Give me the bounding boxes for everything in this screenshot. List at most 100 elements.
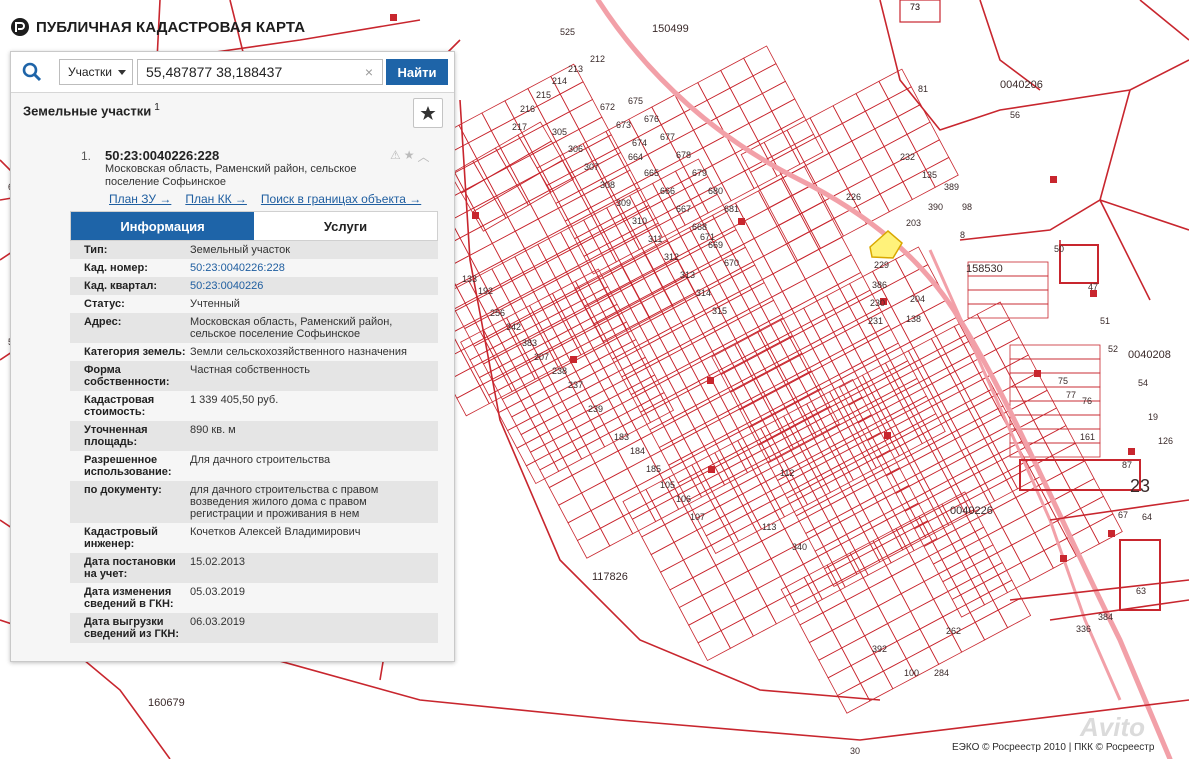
parcel-label: 670 [724,258,739,268]
detail-key: Дата постановки на учет: [84,556,176,580]
tab-information[interactable]: Информация [71,212,254,240]
parcel-label: 672 [600,102,615,112]
detail-row: Статус: Учтенный [70,295,438,313]
building [1050,176,1057,183]
parcel-label: 8 [960,230,965,240]
detail-value: 1 339 405,50 руб. [190,394,279,406]
parcel-label: 679 [692,168,707,178]
parcel-label: 112 [780,468,794,478]
object-type-value: Участки [68,65,112,79]
parcel-label: 214 [552,76,567,86]
result-number: 1. [81,149,92,163]
search-icon[interactable] [21,62,43,82]
parcel-label: 106 [676,494,691,504]
search-input[interactable] [137,59,383,85]
results-header: Земельные участки 1 [11,92,454,136]
chevron-up-icon[interactable]: ︿ [418,148,430,165]
detail-key: Кад. номер: [84,262,148,274]
detail-row: по документу: для дачного строительства с… [70,481,438,523]
parcel-label: 212 [590,54,605,64]
star-icon [420,106,436,120]
parcel-label: 284 [934,668,949,678]
detail-row: Дата выгрузки сведений из ГКН: 06.03.2019 [70,613,438,643]
parcel-label: 681 [724,204,739,214]
parcel-label: 237 [568,380,583,390]
tab-services[interactable]: Услуги [254,212,437,240]
parcel-label: 87 [1122,460,1132,470]
link-plan-zu[interactable]: План ЗУ → [109,192,171,206]
detail-row: Категория земель: Земли сельскохозяйствен… [70,343,438,361]
parcel-label: 336 [1076,624,1091,634]
detail-key: Кад. квартал: [84,280,158,292]
parcel-label: 383 [522,338,537,348]
detail-key: Кадастровый инженер: [84,526,158,550]
parcel-label: 313 [680,270,695,280]
parcel-label: 671 [700,232,715,242]
parcel-label: 73 [910,2,920,12]
link-search-bounds[interactable]: Поиск в границах объекта → [261,192,421,206]
detail-value: Московская область, Раменский район, сел… [190,316,393,340]
detail-row: Кад. номер: 50:23:0040226:228 [70,259,438,277]
detail-value: 15.02.2013 [190,556,246,568]
parcel-label: 389 [944,182,959,192]
parcel-label: 54 [1138,378,1148,388]
building [1034,370,1041,377]
star-icon[interactable]: ★ [404,148,415,165]
parcel-label: 392 [872,644,887,654]
parcel-label: 81 [918,84,928,94]
parcel-label: 184 [630,446,645,456]
parcel-label: 217 [512,122,527,132]
favorite-button[interactable] [413,98,443,128]
building [884,432,891,439]
building [708,466,715,473]
parcel-label: 676 [644,114,659,124]
find-button[interactable]: Найти [386,59,448,85]
result-cad-number[interactable]: 50:23:0040226:228 [105,148,219,163]
parcel-label: 105 [660,480,675,490]
parcel-label: 100 [904,668,919,678]
detail-key: по документу: [84,484,162,496]
object-type-select[interactable]: Участки [59,59,133,85]
parcel-label: 256 [490,308,505,318]
parcel-label: 67 [1118,510,1128,520]
parcel-label: 666 [660,186,675,196]
parcel-label: 239 [588,404,603,414]
detail-key: Статус: [84,298,125,310]
parcel-label: 340 [792,542,807,552]
detail-key: Кадастровая стоимость: [84,394,155,418]
parcel-label: 161 [1080,432,1095,442]
parcel-label: 52 [1108,344,1118,354]
parcel-label: 19 [1148,412,1158,422]
link-plan-kk[interactable]: План КК → [185,192,247,206]
detail-row: Дата постановки на учет: 15.02.2013 [70,553,438,583]
warning-icon[interactable]: ⚠ [390,148,401,165]
detail-key: Категория земель: [84,346,186,358]
rosreestr-logo-icon [11,18,29,36]
building [390,14,397,21]
results-title: Земельные участки 1 [23,102,160,118]
detail-value[interactable]: 50:23:0040226 [190,277,438,295]
clear-icon[interactable]: × [361,63,377,81]
parcel-label: 667 [676,204,691,214]
detail-value: 05.03.2019 [190,586,246,598]
parcel-label: 314 [696,288,711,298]
parcel-label: 311 [648,234,662,244]
parcel-label: 133 [462,274,477,284]
parcel-label: 678 [676,150,691,160]
detail-value[interactable]: 50:23:0040226:228 [190,259,438,277]
detail-row: Адрес: Московская область, Раменский райо… [70,313,438,343]
parcel-label: 305 [552,127,567,137]
parcel-label: 77 [1066,390,1076,400]
detail-value: Учтенный [190,298,240,310]
parcel-label: 207 [534,352,549,362]
parcel-label: 673 [616,120,631,130]
parcel-label: 215 [536,90,551,100]
detail-row: Кад. квартал: 50:23:0040226 [70,277,438,295]
parcel-label: 390 [928,202,943,212]
parcel-label: 47 [1088,282,1098,292]
parcel-label: 386 [872,280,887,290]
parcel-label: 204 [910,294,925,304]
result-card: 1. 50:23:0040226:228 Московская область,… [65,143,447,651]
detail-key: Уточненная площадь: [84,424,148,448]
parcel-label: 75 [1058,376,1068,386]
